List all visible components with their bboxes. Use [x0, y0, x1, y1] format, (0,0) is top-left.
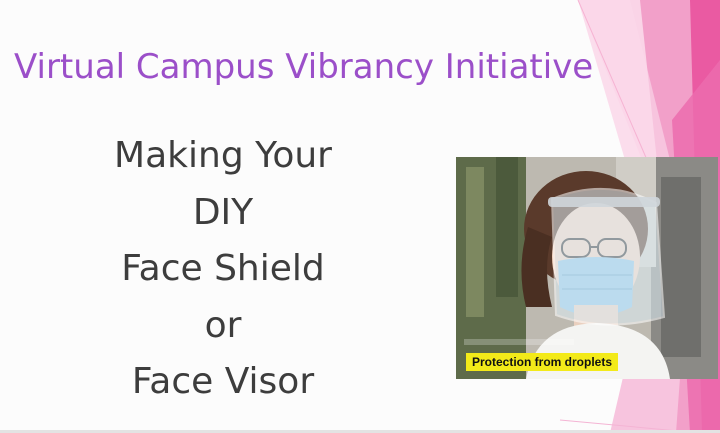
woman-wearing-face-shield-image — [456, 157, 718, 379]
slide-body-text: Making Your DIY Face Shield or Face Viso… — [78, 128, 368, 411]
presentation-slide: Virtual Campus Vibrancy Initiative Makin… — [0, 0, 720, 433]
slide-title: Virtual Campus Vibrancy Initiative — [14, 47, 594, 87]
body-line: Making Your — [114, 135, 332, 176]
body-line: or — [204, 304, 242, 346]
body-line: DIY — [192, 191, 254, 233]
photo-caption: Protection from droplets — [466, 353, 619, 371]
body-line: Face Shield — [121, 248, 325, 289]
face-shield-photo: Protection from droplets — [456, 157, 718, 379]
body-line: Face Visor — [131, 361, 315, 402]
